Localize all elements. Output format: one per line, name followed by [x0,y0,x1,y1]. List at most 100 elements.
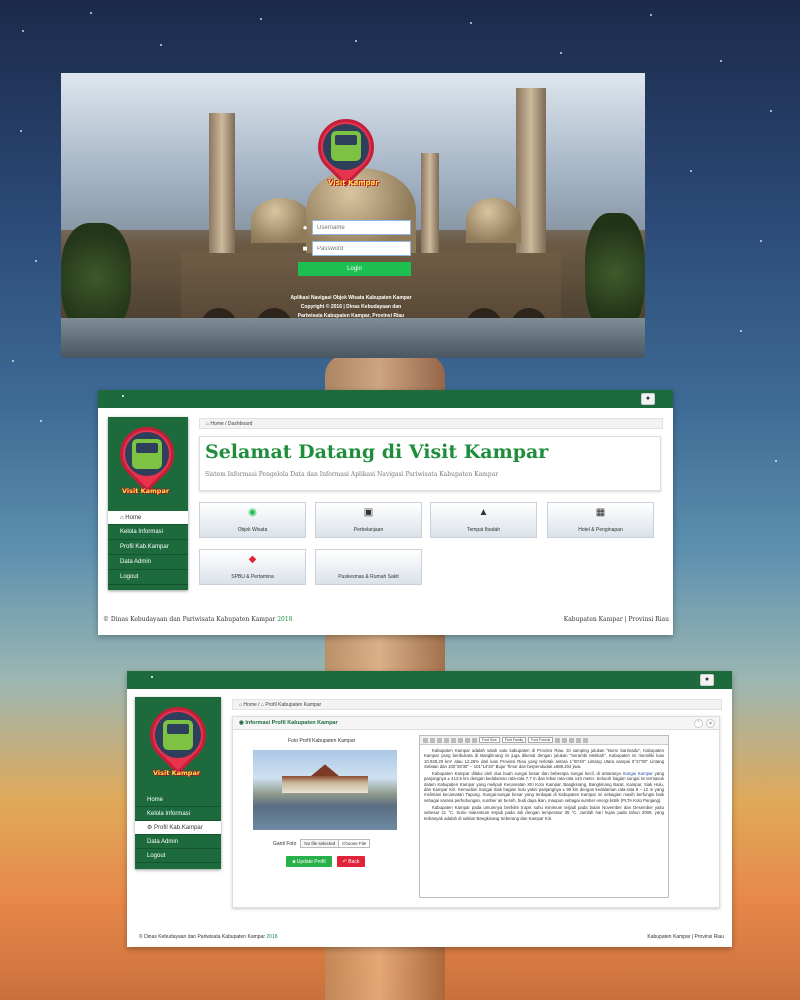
sidebar-item-home[interactable]: ⌂ Home [108,511,188,525]
align-right-icon[interactable] [465,737,470,743]
caption-line-1: Aplikasi Navigasi Objek Wisata Kabupaten… [290,295,412,301]
update-profil-button[interactable]: ■ Update Profil [286,856,332,867]
hotel-icon: ▦ [595,507,606,518]
sidebar-logo: Visit Kampar [135,695,221,793]
profile-card: ◉ Informasi Profil Kabupaten Kampar ˆ × … [232,716,720,908]
sidebar: Visit Kampar ⌂ Home Kelola Informasi Pro… [108,415,188,590]
close-icon[interactable]: × [706,719,715,728]
dashboard-screen: ● Visit Kampar ⌂ Home Kelola Informasi P… [98,390,673,635]
card-tools: ˆ × [694,719,715,728]
sidebar-item-profil[interactable]: ⚙ Profil Kab.Kampar [135,821,221,835]
footer-year: 2018 [277,616,293,623]
mosque-icon: ▲ [478,507,489,518]
breadcrumb-home-link[interactable]: Home [243,702,256,708]
breadcrumb: ⌂ Home / ⌂ Profil Kabupaten Kampar [232,699,722,710]
tile-perbelanjaan[interactable]: ▣ Perbelanjaan [315,502,422,538]
font-size-select[interactable]: Font Size [479,737,500,743]
login-form: ● ■ Login [298,220,411,276]
link-icon[interactable] [562,737,568,743]
top-navbar: ● [127,671,732,689]
bold-icon[interactable] [423,737,428,743]
align-left-icon[interactable] [451,737,456,743]
undo-icon[interactable] [576,737,582,743]
login-caption: Aplikasi Navigasi Objek Wisata Kabupaten… [266,294,436,321]
strike-icon[interactable] [444,737,449,743]
caption-line-3: Pariwisata Kabupaten Kampar, Provinsi Ri… [297,313,405,319]
pertamina-icon: ◆ [248,554,257,565]
back-button[interactable]: ↶ Back [337,856,365,867]
sidebar-item-home[interactable]: Home [135,793,221,807]
sidebar-menu: Home Kelola Informasi ⚙ Profil Kab.Kampa… [135,793,221,863]
footer-copyright: © Dinas Kebudayaan dan Pariwisata Kabupa… [139,934,278,940]
paragraph-3: Kabupaten Kampar pada umumnya beriklim t… [424,804,664,821]
user-menu-button[interactable]: ● [641,393,655,405]
font-family-select[interactable]: Font Family [501,737,527,743]
sidebar-menu: ⌂ Home Kelola Informasi Profil Kab.Kampa… [108,511,188,585]
tile-puskesmas-rumah-sakit[interactable]: Puskesmas & Rumah Sakit [315,549,422,585]
username-input[interactable] [312,220,411,235]
breadcrumb: ⌂ Home / Dashboard [199,418,663,429]
top-navbar: ● [98,390,673,408]
photo-title: Foto Profil Kabupaten Kampar [288,738,356,744]
align-center-icon[interactable] [458,737,463,743]
footer-year: 2018 [266,934,278,940]
sidebar-logo: Visit Kampar [108,415,188,511]
shop-icon: ▣ [363,507,374,518]
image-icon[interactable] [569,737,575,743]
tile-spbu-pertamina[interactable]: ◆ SPBU & Pertamina [199,549,306,585]
welcome-jumbotron: Selamat Datang di Visit Kampar Sistem In… [199,436,661,491]
lock-icon: ■ [302,244,308,253]
user-menu-button[interactable]: ● [700,674,714,686]
sidebar-item-data-admin[interactable]: Data Admin [135,835,221,849]
underline-icon[interactable] [437,737,442,743]
map-pin-icon: ◉ [248,507,257,518]
password-row: ■ [298,241,411,256]
profile-screen: ● Visit Kampar Home Kelola Informasi ⚙ P… [127,671,732,947]
footer-location: Kabupaten Kampar | Provinsi Riau [647,934,724,940]
sidebar-item-kelola-informasi[interactable]: Kelola Informasi [108,525,188,540]
tree-left [61,223,131,333]
sungai-kampar-link[interactable]: Sungai Kampar [623,771,653,776]
paragraph-2: Kabupaten Kampar dilalui oleh dua buah s… [424,771,664,803]
sidebar-item-data-admin[interactable]: Data Admin [108,555,188,570]
sidebar-item-logout[interactable]: Logout [108,570,188,585]
justify-icon[interactable] [472,737,477,743]
sidebar-item-logout[interactable]: Logout [135,849,221,863]
footer-copyright: © Dinas Kebudayaan dan Pariwisata Kabupa… [103,616,293,623]
sidebar: Visit Kampar Home Kelola Informasi ⚙ Pro… [135,695,221,869]
file-input[interactable]: No file selected Choose File [300,839,371,848]
collapse-icon[interactable]: ˆ [694,719,703,728]
tile-hotel-penginapan[interactable]: ▦ Hotel & Penginapan [547,502,654,538]
editor-content[interactable]: Kabupaten Kampar adalah salah satu kabup… [424,748,664,823]
italic-icon[interactable] [430,737,435,743]
footer-location: Kabupaten Kampar | Provinsi Riau [563,616,669,623]
password-input[interactable] [312,241,411,256]
text-editor[interactable]: Font Size Font Family Font Format Kabupa… [419,735,669,898]
change-photo-row: Ganti Foto No file selected Choose File [273,839,371,848]
font-format-select[interactable]: Font Format [528,737,554,743]
dome-right [466,198,521,243]
editor-toolbar: Font Size Font Family Font Format [420,736,668,745]
welcome-title: Selamat Datang di Visit Kampar [205,441,549,463]
paragraph-1: Kabupaten Kampar adalah salah satu kabup… [424,748,664,769]
breadcrumb-current: Profil Kabupaten Kampar [265,701,322,708]
tile-objek-wisata[interactable]: ◉ Objek Wisata [199,502,306,538]
user-icon: ● [302,223,308,232]
ganti-foto-label: Ganti Foto [273,840,297,847]
redo-icon[interactable] [583,737,589,743]
login-button[interactable]: Login [298,262,411,276]
login-screen: Visit Kampar ● ■ Login Aplikasi Navigasi… [61,73,645,358]
list-icon[interactable] [555,737,561,743]
card-header: ◉ Informasi Profil Kabupaten Kampar [233,717,719,730]
reflecting-pool [61,318,645,358]
profile-photo [253,750,397,830]
tile-tempat-ibadah[interactable]: ▲ Tempat Ibadah [430,502,537,538]
choose-file-button[interactable]: Choose File [339,840,369,847]
card-title: Informasi Profil Kabupaten Kampar [245,720,338,726]
gear-icon: ⚙ [147,825,155,831]
sidebar-item-profil[interactable]: Profil Kab.Kampar [108,540,188,555]
sidebar-item-kelola-informasi[interactable]: Kelola Informasi [135,807,221,821]
welcome-subtitle: Sistem Informasi Pengelola Data dan Info… [205,471,499,478]
username-row: ● [298,220,411,235]
visit-kampar-logo: Visit Kampar [306,107,386,197]
